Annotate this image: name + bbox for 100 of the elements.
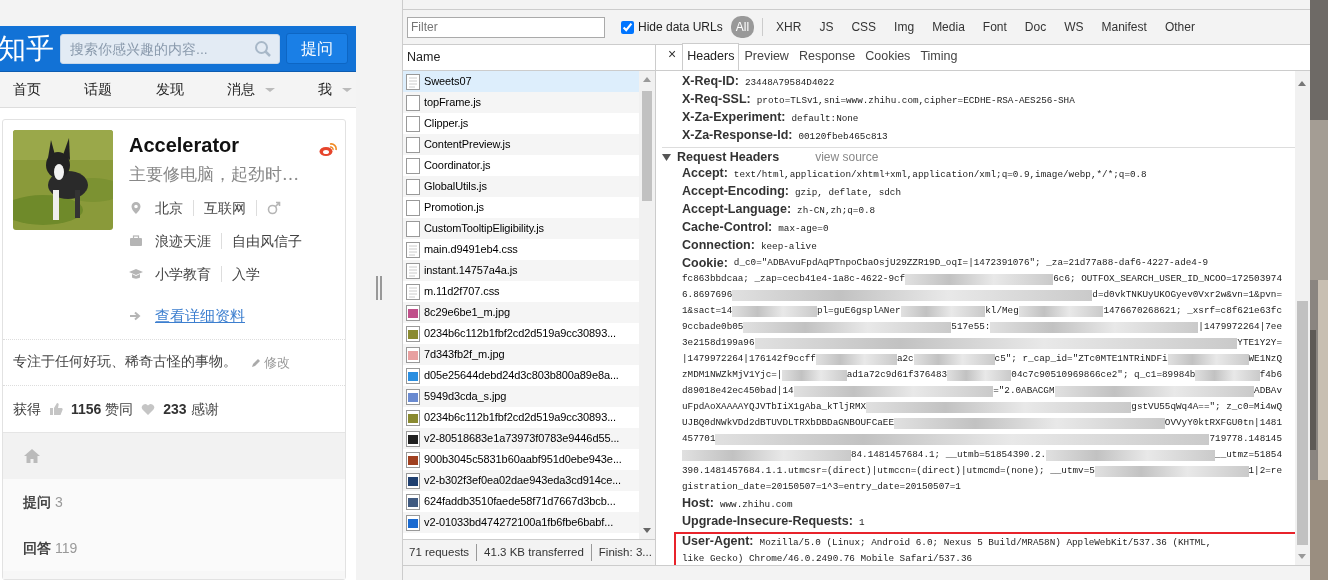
status-text: Finish: 3... [590,543,652,562]
checkbox[interactable] [621,20,634,34]
type-filter[interactable]: Other [1159,16,1200,38]
header-value: |1479972264|7ee [1198,320,1282,334]
file-icon [406,94,420,111]
type-filter[interactable]: Img [889,16,920,38]
request-row[interactable]: CustomTooltipEligibility.js [403,218,639,239]
detail-tab[interactable]: Timing [915,43,963,70]
header-value: __utmz=51854 [1215,448,1282,462]
ask-button[interactable]: 提问 [286,33,348,64]
header-value: 517e55: [951,320,991,334]
header-value: kl/Meg [985,304,1019,318]
profile-detail: 小学教育 [155,264,211,284]
header-value: a2c [896,352,914,366]
weibo-icon [319,142,337,157]
scrollbar-thumb[interactable] [642,91,652,201]
filter-field[interactable]: Filter [407,16,605,38]
close-button[interactable]: × [662,44,683,70]
profile-link[interactable]: 查看详细资料 [155,304,245,327]
nav-item[interactable]: 发现 [155,79,184,100]
search-field[interactable]: 搜索你感兴趣的内容... [60,33,280,64]
header-value: 719778.148145 [1209,432,1282,446]
scrollbar-thumb[interactable] [1297,301,1308,545]
request-row[interactable]: ContentPreview.js [403,134,639,155]
status-text: 71 requests [409,544,470,560]
header-value: like Gecko) Chrome/46.0.2490.76 Mobile Safari/537.36 [682,553,973,564]
header-value: f4b6 [1259,368,1282,382]
image-thumbnail-icon [406,493,420,510]
header-name: User-Agent: [682,534,754,548]
pencil-icon [251,357,261,368]
caret-icon [342,86,352,93]
scroll-up-icon [643,77,651,82]
file-icon [406,220,420,237]
type-filter[interactable]: Doc [1019,16,1052,38]
request-row[interactable]: 5949d3cda_s.jpg [403,386,639,407]
type-filter[interactable]: CSS [846,16,882,38]
header-value: text/html,application/xhtml+xml,application/xml;q=0.9,image/webp,*/*;q=0.8 [733,169,1147,180]
redaction-blur [947,370,1012,381]
nav-item[interactable]: 话题 [84,79,113,100]
detail-tab[interactable]: Preview [739,43,794,70]
agree-count: 1156 赞同 [71,399,134,419]
home-tab[interactable] [3,433,345,479]
header-value: fc863bbdcaa; _zap=cecb41e4-1a8c-4622-9cf [682,272,906,286]
request-row[interactable]: topFrame.js [403,92,639,113]
detail-tab[interactable]: Headers [682,43,740,70]
resize-handle[interactable] [376,276,382,300]
type-filter[interactable]: Media [927,16,970,38]
header-value: www.zhihu.com [719,499,793,510]
header-name: Accept-Encoding: [682,184,789,198]
request-row[interactable]: GlobalUtils.js [403,176,639,197]
request-row[interactable]: Sweets07 [403,71,639,92]
checkbox-label[interactable]: Hide data URLs [638,18,723,36]
header-value: 00120fbeb465c813 [798,131,888,142]
header-value: Mozilla/5.0 (Linux; Android 6.0; Nexus 5 Build/MRA58N) AppleWebKit/537.36 (KHTML, [759,537,1212,548]
nav-item[interactable]: 我 [318,79,352,100]
header-name: Accept-Language: [682,202,792,216]
request-row[interactable]: instant.14757a4a.js [403,260,639,281]
header-value: gistration_date=20150507=1^3=entry_date=20150507=1 [682,480,961,494]
header-value: c5"; r_cap_id="ZTc0MTE1NTRiNDFi [994,352,1168,366]
redaction-blur [782,370,847,381]
profile-detail: 互联网 [204,198,246,218]
request-row[interactable]: 8c29e6be1_m.jpg [403,302,639,323]
type-filter[interactable]: Manifest [1096,16,1152,38]
type-filter[interactable]: JS [814,16,839,38]
request-row[interactable]: v2-b302f3ef0ea02dae943eda3cd914ce... [403,470,639,491]
detail-tab[interactable]: Response [793,43,861,70]
type-filter[interactable]: XHR [771,16,807,38]
header-value: 1476670268621; _xsrf=c8f621e63fc [1103,304,1282,318]
request-row[interactable]: v2-01033bd474272100a1fb6fbe6babf... [403,512,639,533]
header-name: Cookie: [682,255,728,271]
file-icon [406,136,420,153]
image-thumbnail-icon [406,451,420,468]
file-icon [406,199,420,216]
header-value: ADBAv [1254,384,1282,398]
header-value: 6.8697696 [682,288,733,302]
document-icon [406,241,420,258]
header-value: d89018e42ec450bad|14 [682,384,794,398]
nav-item[interactable]: 首页 [13,79,41,100]
request-row[interactable]: 7d343fb2f_m.jpg [403,344,639,365]
header-value: 1&sact=14 [682,304,733,318]
header-value: UJBQ0dNWkVDd2dBTUVDLTRXbDBDaGNBOUFCaEE [682,416,894,430]
header-value: YTE1Y2Y= [1237,336,1282,350]
header-value: 3e2158d199a96 [682,336,755,350]
nav-item[interactable]: 消息 [226,79,275,100]
header-value: pl=guE6gsplANer [816,304,901,318]
scroll-down-icon [643,528,651,533]
file-icon [406,115,420,132]
header-value: max-age=0 [778,223,829,234]
request-row[interactable]: v2-80518683e1a73973f0783e9446d55... [403,428,639,449]
detail-tab[interactable]: Cookies [860,43,916,70]
heart-icon [141,402,156,416]
header-value: 390.1481457684.1.1.utmcsr=(direct)|utmccn=(direct)|utmcmd=(none); __utmv=5 [682,464,1095,478]
graduation-cap-icon [129,267,143,281]
header-value: 1 [858,517,865,528]
view-source-link[interactable]: view source [815,149,879,165]
image-thumbnail-icon [406,514,420,531]
header-name: Connection: [682,238,755,252]
type-filter[interactable]: WS [1059,16,1089,38]
type-filter[interactable]: Font [977,16,1012,38]
header-value: zMDM1NWZkMjV1Yjc=| [682,368,783,382]
